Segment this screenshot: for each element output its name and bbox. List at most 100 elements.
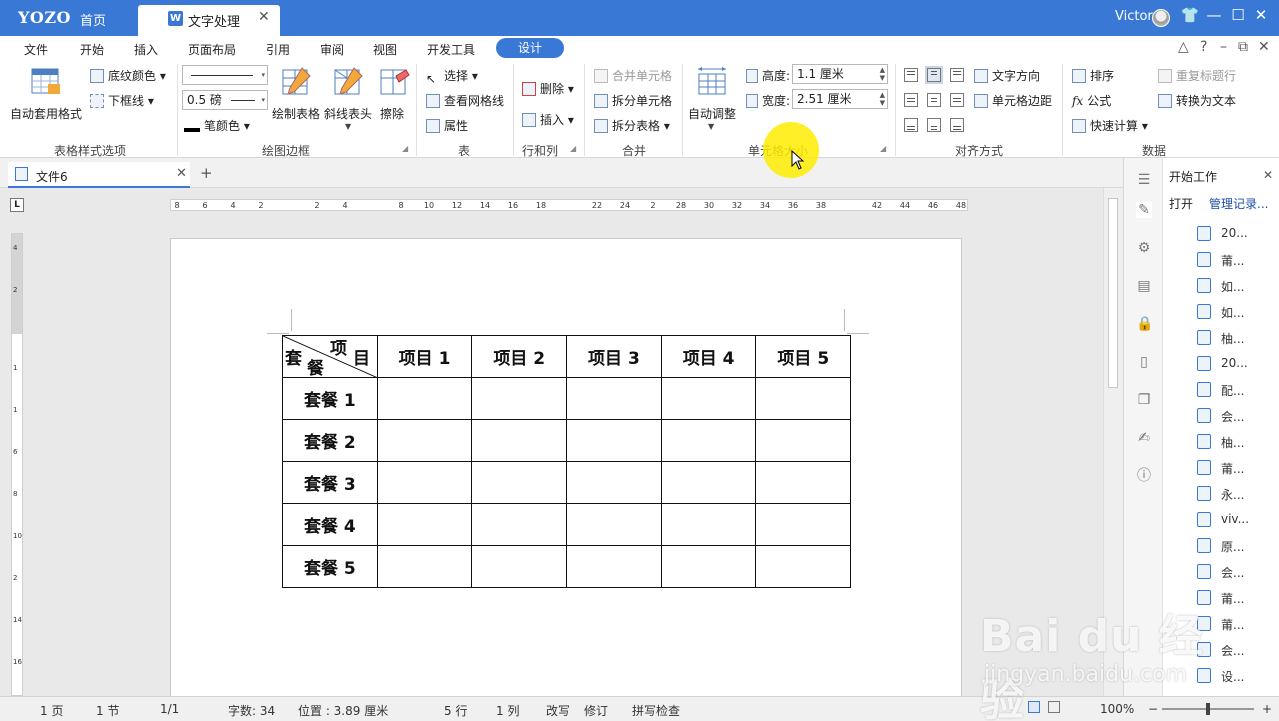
recent-file-item[interactable]: 会...	[1197, 562, 1277, 582]
menu-page-layout[interactable]: 页面布局	[188, 41, 236, 58]
pen-color-button[interactable]: 笔颜色 ▾	[184, 117, 250, 134]
diagonal-header-icon[interactable]	[332, 66, 364, 98]
split-cells-button[interactable]: 拆分单元格	[594, 92, 672, 109]
auto-fit-icon[interactable]	[696, 66, 728, 98]
recent-file-item[interactable]: 原...	[1197, 536, 1277, 556]
quick-calc-button[interactable]: 快速计算 ▾	[1072, 117, 1148, 134]
recent-file-item[interactable]: 柚...	[1197, 432, 1277, 452]
table-cell[interactable]	[471, 461, 568, 504]
table-cell[interactable]	[660, 461, 757, 504]
column-header[interactable]: 项目 3	[566, 335, 662, 378]
chevron-down-icon[interactable]: ▼	[345, 122, 351, 131]
doc-restore-icon[interactable]: ⧉	[1238, 39, 1248, 55]
recent-file-item[interactable]: 20...	[1197, 224, 1277, 244]
spell-check-toggle[interactable]: 拼写检查	[632, 702, 680, 719]
column-header[interactable]: 项目 4	[660, 335, 757, 378]
dialog-launcher-icon[interactable]: ◢	[570, 144, 576, 153]
cell-margins-button[interactable]: 单元格边距	[974, 92, 1052, 109]
align-top-right-icon[interactable]	[950, 68, 964, 82]
column-header[interactable]: 项目 2	[471, 335, 568, 378]
align-bottom-right-icon[interactable]	[950, 118, 964, 132]
menu-insert[interactable]: 插入	[134, 41, 158, 58]
text-direction-button[interactable]: 文字方向	[974, 67, 1040, 84]
align-middle-left-icon[interactable]	[904, 93, 918, 107]
recent-file-item[interactable]: 莆...	[1197, 250, 1277, 270]
align-top-center-icon[interactable]	[925, 66, 943, 84]
recent-file-item[interactable]: 会...	[1197, 406, 1277, 426]
draw-table-icon[interactable]	[280, 66, 312, 98]
delete-button[interactable]: 删除 ▾	[522, 80, 574, 97]
auto-format-icon[interactable]	[30, 66, 62, 98]
recent-file-item[interactable]: 柚...	[1197, 328, 1277, 348]
repeat-header-button[interactable]: 重复标题行	[1158, 67, 1236, 84]
recent-file-item[interactable]: 如...	[1197, 302, 1277, 322]
recent-file-item[interactable]: 永...	[1197, 484, 1277, 504]
line-weight-select[interactable]: 0.5 磅 ▾	[182, 90, 268, 110]
table-cell[interactable]	[660, 377, 757, 420]
lock-icon[interactable]: 🔒	[1136, 316, 1153, 332]
word-processing-tab[interactable]: W 文字处理 ✕	[138, 5, 280, 36]
edit-icon[interactable]: ✍	[1136, 430, 1152, 446]
doc-minimize-icon[interactable]: –	[1220, 39, 1227, 55]
sort-button[interactable]: 排序	[1072, 67, 1114, 84]
menu-file[interactable]: 文件	[24, 41, 48, 58]
overwrite-toggle[interactable]: 改写	[546, 702, 570, 719]
menu-view[interactable]: 视图	[373, 41, 397, 58]
table-cell[interactable]	[660, 419, 757, 462]
dialog-launcher-icon[interactable]: ◢	[402, 144, 408, 153]
file-tab[interactable]: 文件6 ✕	[8, 162, 190, 188]
align-bottom-center-icon[interactable]	[927, 118, 941, 132]
tab-stop-selector[interactable]: L	[10, 198, 24, 212]
table-cell[interactable]	[376, 377, 473, 420]
home-tab[interactable]: 首页	[80, 10, 106, 29]
close-icon[interactable]: ✕	[258, 9, 270, 25]
line-style-select[interactable]: ▾	[182, 65, 268, 85]
column-header[interactable]: 项目 1	[376, 335, 473, 378]
align-middle-center-icon[interactable]	[927, 93, 941, 107]
table-cell[interactable]	[755, 377, 852, 420]
formula-button[interactable]: fx 公式	[1072, 92, 1111, 109]
eraser-icon[interactable]	[378, 66, 410, 98]
help-circle-icon[interactable]: ⓘ	[1136, 468, 1152, 484]
table-cell[interactable]	[755, 503, 852, 546]
table-cell[interactable]	[471, 503, 568, 546]
recent-file-item[interactable]: 莆...	[1197, 458, 1277, 478]
doc-close-icon[interactable]: ✕	[1258, 39, 1270, 55]
table-cell[interactable]	[660, 545, 757, 588]
document-page[interactable]: 项 目 套 餐 项目 1 项目 2 项目 3 项目 4 项目 5 套餐 1 套餐…	[170, 238, 962, 698]
auto-format-button[interactable]: 自动套用格式	[10, 105, 82, 122]
chevron-down-icon[interactable]: ▼	[708, 122, 714, 131]
shading-color-button[interactable]: 底纹颜色 ▾	[90, 67, 166, 84]
column-header[interactable]: 项目 5	[755, 335, 852, 378]
bottom-border-button[interactable]: 下框线 ▾	[90, 92, 154, 109]
split-table-button[interactable]: 拆分表格 ▾	[594, 117, 670, 134]
table-cell[interactable]	[376, 545, 473, 588]
table-cell[interactable]	[755, 545, 852, 588]
erase-button[interactable]: 擦除	[380, 105, 404, 122]
maximize-button[interactable]: ☐	[1227, 6, 1249, 24]
align-middle-right-icon[interactable]	[950, 93, 964, 107]
table-cell[interactable]	[755, 461, 852, 504]
recent-file-item[interactable]: 如...	[1197, 276, 1277, 296]
diagonal-header-button[interactable]: 斜线表头	[324, 105, 372, 122]
recent-file-item[interactable]: 20...	[1197, 354, 1277, 374]
close-window-button[interactable]: ✕	[1250, 6, 1272, 24]
add-tab-button[interactable]: +	[200, 164, 213, 182]
row-header[interactable]: 套餐 1	[282, 377, 378, 420]
pencil-icon[interactable]: ✎	[1136, 202, 1152, 218]
table-cell[interactable]	[471, 377, 568, 420]
open-link[interactable]: 打开	[1169, 195, 1193, 212]
merge-cells-button[interactable]: 合并单元格	[594, 67, 672, 84]
recent-file-item[interactable]: viv...	[1197, 510, 1277, 530]
clipboard-icon[interactable]: ▯	[1136, 354, 1152, 370]
height-input[interactable]: 1.1 厘米 ▲ ▼	[792, 64, 888, 84]
avatar[interactable]	[1152, 9, 1170, 27]
close-icon[interactable]: ✕	[1263, 168, 1273, 182]
properties-button[interactable]: 属性	[426, 117, 468, 134]
recent-file-item[interactable]: 配...	[1197, 380, 1277, 400]
table-cell[interactable]	[566, 461, 662, 504]
table-cell[interactable]	[376, 419, 473, 462]
help-icon[interactable]: ?	[1200, 39, 1207, 55]
close-icon[interactable]: ✕	[176, 166, 187, 181]
align-top-left-icon[interactable]	[904, 68, 918, 82]
